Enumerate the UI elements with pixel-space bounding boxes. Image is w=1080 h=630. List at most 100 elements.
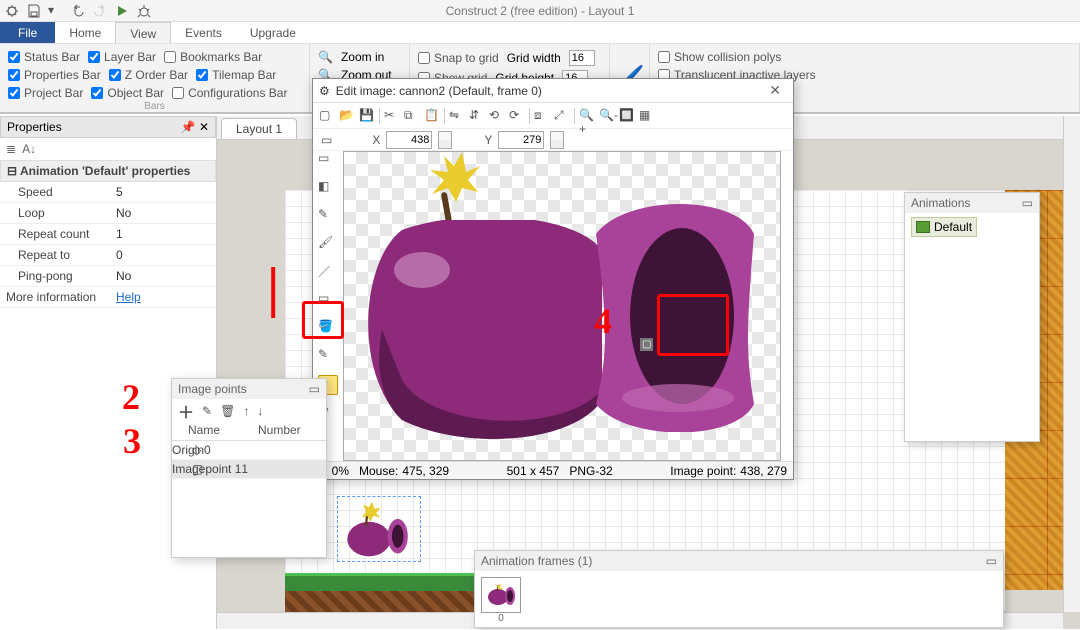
help-link[interactable]: Help [116,290,141,304]
properties-title: Properties [7,120,62,134]
chk-bookmarks-bar[interactable]: Bookmarks Bar [164,50,262,64]
gear-icon[interactable] [4,3,20,19]
image-points-title: Image points [178,382,247,396]
y-label: Y [484,133,492,147]
imagepoint-readout: 438, 279 [736,464,793,478]
image-point-marker[interactable]: ▢ [640,338,653,351]
x-label: X [372,133,380,147]
chk-status-bar[interactable]: Status Bar [8,50,80,64]
imagepoint-marker-icon: ▢ [176,462,262,476]
origin-marker-icon: ◇ [176,443,262,457]
chk-properties-bar[interactable]: Properties Bar [8,68,101,82]
ribbon-group-bars: Bars [0,101,309,112]
zoomin-icon[interactable]: 🔍+ [579,108,595,124]
brush-tool-icon[interactable]: 🖌 [318,235,338,255]
add-image-point-button[interactable]: ＋ [178,399,194,423]
redo-icon[interactable] [92,3,108,19]
rect-select-icon[interactable]: ▭ [321,133,332,147]
grid-width-input[interactable] [569,50,595,66]
prop-row-loop[interactable]: LoopNo [0,203,216,224]
grid-icon[interactable]: ▦ [639,108,655,124]
save-icon[interactable] [26,3,42,19]
select-tool-icon[interactable]: ▭ [318,151,338,171]
layout-tab[interactable]: Layout 1 [221,118,297,139]
mouse-label: Mouse: [355,464,402,478]
prop-row-ping-pong[interactable]: Ping-pongNo [0,266,216,287]
tab-home[interactable]: Home [55,22,115,43]
animation-frames-close-icon[interactable]: ▭ [986,554,997,568]
delete-image-point-button[interactable]: 🗑 [220,404,235,418]
animations-close-icon[interactable]: ▭ [1022,196,1033,210]
cannon-sprite[interactable] [343,500,415,558]
cut-icon[interactable]: ✂ [384,108,400,124]
chk-configs-bar[interactable]: Configurations Bar [172,86,287,100]
color-picker-icon[interactable]: ✎ [318,347,338,367]
prop-row-repeat-count[interactable]: Repeat count1 [0,224,216,245]
y-spinner[interactable] [550,131,564,149]
x-input[interactable] [386,131,432,149]
mirror-icon[interactable]: ⇋ [449,108,465,124]
frame-0[interactable]: 0 [481,577,521,624]
save-icon[interactable]: 💾 [359,108,375,124]
clear-icon[interactable]: ▢ [319,108,335,124]
animation-film-icon [916,221,930,233]
properties-section: Animation 'Default' properties [20,164,190,178]
zoom-in-label[interactable]: Zoom in [341,50,384,64]
debug-icon[interactable] [136,3,152,19]
flip-icon[interactable]: ⇵ [469,108,485,124]
props-sort-icon[interactable]: A↓ [22,142,36,156]
tab-upgrade[interactable]: Upgrade [236,22,310,43]
prop-row-speed[interactable]: Speed5 [0,182,216,203]
paste-icon[interactable]: 📋 [424,108,440,124]
animation-frames-panel: Animation frames (1)▭ 0 [474,550,1004,628]
props-categorize-icon[interactable]: ≣ [6,142,16,156]
image-editor-window: ⚙Edit image: cannon2 (Default, frame 0) … [312,78,794,480]
undo-icon[interactable] [70,3,86,19]
chk-collision-polys[interactable]: Show collision polys [658,50,781,64]
animation-item-default[interactable]: Default [911,217,977,237]
zoomout-icon[interactable]: 🔍- [599,108,615,124]
move-down-image-point-button[interactable]: ↓ [257,404,263,418]
y-input[interactable] [498,131,544,149]
annotation-box-4 [657,294,729,356]
format-readout: PNG-32 [569,464,612,478]
crop-icon[interactable]: ⧈ [534,108,550,124]
run-icon[interactable] [114,3,130,19]
image-editor-toolbar: ▢ 📂 💾 ✂ ⧉ 📋 ⇋ ⇵ ⟲ ⟳ ⧈ ⤢ 🔍+ 🔍- 🔲 ▦ [313,103,793,129]
chk-zorder-bar[interactable]: Z Order Bar [109,68,188,82]
zoom11-icon[interactable]: 🔲 [619,108,635,124]
line-tool-icon[interactable]: ／ [318,263,338,283]
imagepoint-label: Image point: [670,464,736,478]
x-spinner[interactable] [438,131,452,149]
tab-view[interactable]: View [115,22,171,43]
rotate-ccw-icon[interactable]: ⟲ [489,108,505,124]
pencil-tool-icon[interactable]: ✎ [318,207,338,227]
rename-image-point-button[interactable]: ✎ [202,404,212,418]
chk-snap-grid[interactable]: Snap to grid [418,51,499,65]
image-editor-close-button[interactable]: ✕ [763,80,787,101]
image-point-row-origin[interactable]: ◇ Origin0 [172,441,326,460]
tab-file[interactable]: File [0,22,55,43]
image-points-panel: Image points▭ ＋ ✎ 🗑 ↑ ↓ NameNumber ◇ Ori… [171,378,327,558]
open-icon[interactable]: 📂 [339,108,355,124]
rotate-cw-icon[interactable]: ⟳ [509,108,525,124]
zoom-in-icon[interactable]: 🔍 [318,50,333,64]
save-dropdown-icon[interactable]: ▾ [48,3,64,19]
layout-vscrollbar[interactable] [1063,116,1080,612]
chk-layer-bar[interactable]: Layer Bar [88,50,156,64]
cannon-body-graphic [362,220,622,440]
chk-project-bar[interactable]: Project Bar [8,86,83,100]
resize-icon[interactable]: ⤢ [554,108,570,124]
properties-close-icon[interactable]: ✕ [199,120,209,134]
eraser-tool-icon[interactable]: ◧ [318,179,338,199]
copy-icon[interactable]: ⧉ [404,108,420,124]
properties-pin-icon[interactable]: 📌 [181,120,196,134]
image-points-close-icon[interactable]: ▭ [309,382,320,396]
tab-events[interactable]: Events [171,22,236,43]
chk-object-bar[interactable]: Object Bar [91,86,164,100]
chk-tilemap-bar[interactable]: Tilemap Bar [196,68,276,82]
move-up-image-point-button[interactable]: ↑ [243,404,249,418]
size-readout: 501 x 457 [507,464,560,478]
prop-row-repeat-to[interactable]: Repeat to0 [0,245,216,266]
image-point-row-1[interactable]: ▢ Imagepoint 11 [172,460,326,479]
